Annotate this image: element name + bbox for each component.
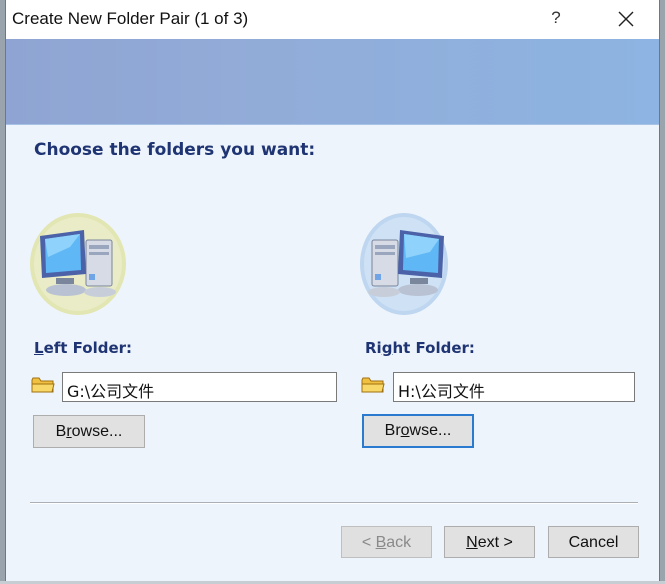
next-text-post: ext > [477, 534, 513, 551]
left-browse-text-pre: B [55, 423, 67, 440]
cancel-button[interactable]: Cancel [548, 526, 639, 558]
right-browse-mnemonic: o [400, 422, 410, 439]
right-folder-label-pre: Ri [365, 339, 382, 357]
right-browse-button[interactable]: Browse... [362, 414, 474, 448]
back-mnemonic: B [375, 534, 387, 551]
back-button[interactable]: < Back [341, 526, 432, 558]
left-folder-path-input[interactable]: G:\公司文件 [62, 372, 337, 402]
right-browse-text-pre: Br [384, 422, 401, 439]
left-folder-label-text: eft Folder: [43, 339, 133, 357]
right-folder-label-text: ht Folder: [392, 339, 475, 357]
next-mnemonic: N [466, 534, 478, 551]
right-folder-label: Right Folder: [365, 339, 475, 357]
left-folder-label-mnemonic: L [34, 339, 44, 357]
left-browse-button[interactable]: Browse... [33, 415, 145, 448]
help-button[interactable]: ? [543, 8, 569, 32]
title-bar: Create New Folder Pair (1 of 3) ? [6, 0, 659, 39]
right-folder-icon [361, 377, 385, 393]
header-banner [6, 39, 659, 125]
close-icon [618, 11, 634, 27]
left-browse-text-post: owse... [71, 423, 123, 440]
back-text-pre: < [361, 534, 376, 551]
back-text-post: ack [386, 534, 412, 551]
footer-separator [30, 502, 638, 504]
window-title: Create New Folder Pair (1 of 3) [12, 9, 249, 28]
right-computer-icon [360, 213, 448, 315]
left-folder-icon [31, 377, 55, 393]
page-heading: Choose the folders you want: [34, 140, 316, 160]
right-folder-path-input[interactable]: H:\公司文件 [393, 372, 635, 402]
right-browse-text-post: wse... [409, 422, 452, 439]
next-button[interactable]: Next > [444, 526, 535, 558]
right-folder-label-mnemonic: g [381, 339, 393, 357]
left-computer-icon [30, 213, 126, 315]
left-folder-label: Left Folder: [34, 339, 132, 357]
create-folder-pair-dialog: Create New Folder Pair (1 of 3) ? Choose… [5, 0, 660, 581]
close-button[interactable] [610, 4, 642, 34]
